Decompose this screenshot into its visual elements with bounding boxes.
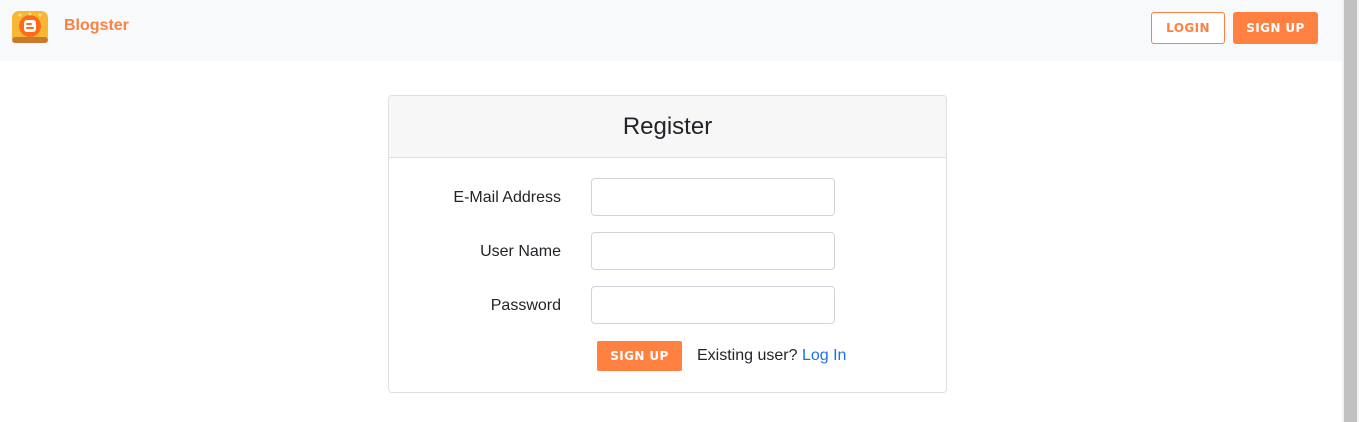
password-field[interactable] bbox=[591, 286, 835, 324]
signup-submit-button[interactable]: SIGN UP bbox=[597, 341, 682, 371]
scrollbar-thumb[interactable] bbox=[1344, 0, 1357, 422]
register-title: Register bbox=[622, 112, 713, 140]
nav-login-button[interactable]: LOGIN bbox=[1151, 12, 1225, 44]
existing-user-text: Existing user? bbox=[697, 347, 798, 364]
register-card-header: Register bbox=[389, 96, 946, 158]
blogger-logo-icon[interactable] bbox=[11, 9, 49, 45]
login-link[interactable]: Log In bbox=[802, 347, 846, 364]
nav-signup-button[interactable]: SIGN UP bbox=[1233, 12, 1318, 44]
navbar: Blogster LOGIN SIGN UP bbox=[0, 0, 1342, 61]
brand-name[interactable]: Blogster bbox=[64, 17, 129, 35]
email-label: E-Mail Address bbox=[453, 189, 561, 206]
username-label: User Name bbox=[480, 243, 561, 260]
register-card: Register E-Mail Address User Name Passwo… bbox=[388, 95, 947, 393]
password-label: Password bbox=[490, 297, 561, 314]
existing-user-prompt: Existing user? Log In bbox=[697, 347, 846, 365]
username-field[interactable] bbox=[591, 232, 835, 270]
email-field[interactable] bbox=[591, 178, 835, 216]
page-scrollbar[interactable] bbox=[1342, 0, 1359, 422]
